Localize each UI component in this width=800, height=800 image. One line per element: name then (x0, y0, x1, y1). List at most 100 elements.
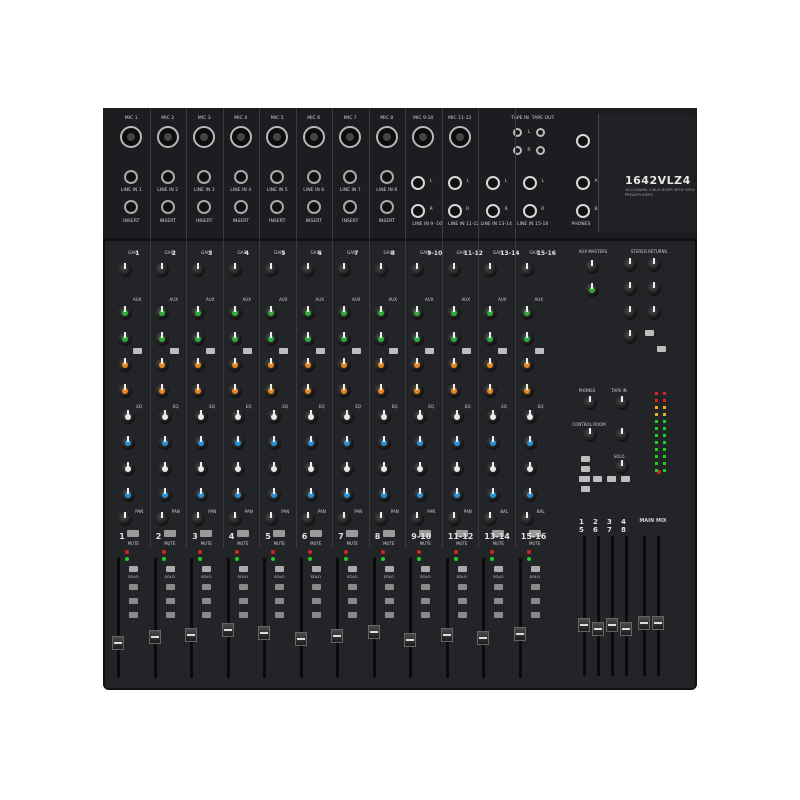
aux-send-knob[interactable] (337, 306, 352, 320)
pre-post-button[interactable] (133, 348, 143, 354)
solo-button[interactable] (530, 566, 540, 572)
assign-1-2-button[interactable] (457, 584, 467, 590)
aux-send-knob[interactable] (118, 384, 133, 398)
eq-knob[interactable] (376, 462, 391, 476)
solo-button[interactable] (457, 566, 467, 572)
aux-send-knob[interactable] (483, 358, 498, 372)
assign-1-2-button[interactable] (384, 584, 394, 590)
pan-knob[interactable] (300, 512, 315, 526)
eq-knob[interactable] (413, 436, 428, 450)
solo-button[interactable] (275, 566, 285, 572)
stereo-return-knob[interactable] (623, 282, 637, 296)
eq-knob[interactable] (230, 410, 245, 424)
assign-1-2-button[interactable] (530, 584, 540, 590)
assign-1-2-button[interactable] (238, 584, 248, 590)
assign-1-2-button[interactable] (275, 584, 285, 590)
gain-knob[interactable] (300, 263, 315, 277)
bus-assign-button[interactable] (607, 476, 616, 482)
main-output-a-jack[interactable] (576, 176, 590, 190)
subgroup-fader[interactable] (578, 618, 590, 632)
eq-knob[interactable] (376, 410, 391, 424)
assign-3-4-button[interactable] (129, 598, 139, 604)
aux-send-knob[interactable] (446, 384, 461, 398)
eq-knob[interactable] (267, 410, 282, 424)
gain-knob[interactable] (373, 263, 388, 277)
assign-3-4-button[interactable] (421, 598, 431, 604)
aux-send-knob[interactable] (154, 306, 169, 320)
aux-send-knob[interactable] (483, 384, 498, 398)
pre-post-button[interactable] (206, 348, 216, 354)
eq-knob[interactable] (449, 436, 464, 450)
main-mix-button[interactable] (129, 612, 139, 618)
channel-fader[interactable] (331, 629, 344, 643)
eq-knob[interactable] (486, 462, 501, 476)
mute-button[interactable] (163, 530, 176, 537)
assign-3-4-button[interactable] (530, 598, 540, 604)
mute-button[interactable] (127, 530, 140, 537)
aux-send-knob[interactable] (118, 358, 133, 372)
eq-knob[interactable] (522, 488, 537, 502)
pan-knob[interactable] (519, 512, 534, 526)
assign-1-2-button[interactable] (165, 584, 175, 590)
eq-knob[interactable] (449, 488, 464, 502)
eq-knob[interactable] (340, 436, 355, 450)
pre-post-button[interactable] (315, 348, 325, 354)
gain-knob[interactable] (227, 263, 242, 277)
main-mix-button[interactable] (494, 612, 504, 618)
eq-knob[interactable] (194, 436, 209, 450)
aux-send-knob[interactable] (483, 332, 498, 346)
main-mix-button[interactable] (311, 612, 321, 618)
xlr-mic-jack[interactable] (156, 126, 179, 148)
solo-button[interactable] (494, 566, 504, 572)
solo-button[interactable] (311, 566, 321, 572)
subgroup-fader[interactable] (606, 618, 618, 632)
aux-send-knob[interactable] (191, 306, 206, 320)
gain-knob[interactable] (483, 263, 498, 277)
line-input-left-jack[interactable] (522, 176, 537, 190)
pan-knob[interactable] (227, 512, 242, 526)
eq-knob[interactable] (121, 436, 136, 450)
eq-knob[interactable] (449, 410, 464, 424)
line-input-jack[interactable] (306, 170, 321, 184)
gain-knob[interactable] (264, 263, 279, 277)
insert-jack[interactable] (160, 200, 175, 214)
main-mix-button[interactable] (421, 612, 431, 618)
aux-send-knob[interactable] (227, 384, 242, 398)
stereo-return-knob[interactable] (623, 306, 637, 320)
assign-1-2-button[interactable] (494, 584, 504, 590)
tape-rca-jack[interactable] (536, 146, 545, 155)
pre-post-button[interactable] (242, 348, 252, 354)
eq-knob[interactable] (340, 488, 355, 502)
eq-knob[interactable] (303, 436, 318, 450)
channel-fader[interactable] (440, 628, 453, 642)
channel-fader[interactable] (185, 628, 198, 642)
channel-fader[interactable] (404, 633, 417, 647)
pan-knob[interactable] (191, 512, 206, 526)
aux-send-knob[interactable] (337, 332, 352, 346)
aux-send-knob[interactable] (373, 384, 388, 398)
aux-send-knob[interactable] (154, 384, 169, 398)
eq-knob[interactable] (267, 462, 282, 476)
pre-post-button[interactable] (388, 348, 398, 354)
aux-send-knob[interactable] (118, 306, 133, 320)
solo-button[interactable] (238, 566, 248, 572)
eq-knob[interactable] (230, 488, 245, 502)
gain-knob[interactable] (118, 263, 133, 277)
solo-level-knob[interactable] (615, 460, 629, 474)
eq-knob[interactable] (157, 436, 172, 450)
aux-send-knob[interactable] (373, 306, 388, 320)
line-input-jack[interactable] (233, 170, 248, 184)
eq-knob[interactable] (449, 462, 464, 476)
gain-knob[interactable] (191, 263, 206, 277)
pan-knob[interactable] (373, 512, 388, 526)
aux-send-knob[interactable] (191, 332, 206, 346)
stereo-return-knob[interactable] (623, 330, 637, 344)
aux-send-knob[interactable] (264, 384, 279, 398)
pan-knob[interactable] (446, 512, 461, 526)
aux-send-knob[interactable] (337, 358, 352, 372)
eq-knob[interactable] (121, 410, 136, 424)
control-room-source-button[interactable] (581, 486, 590, 492)
aux-send-knob[interactable] (519, 332, 534, 346)
aux-send-knob[interactable] (446, 332, 461, 346)
pre-post-button[interactable] (425, 348, 435, 354)
